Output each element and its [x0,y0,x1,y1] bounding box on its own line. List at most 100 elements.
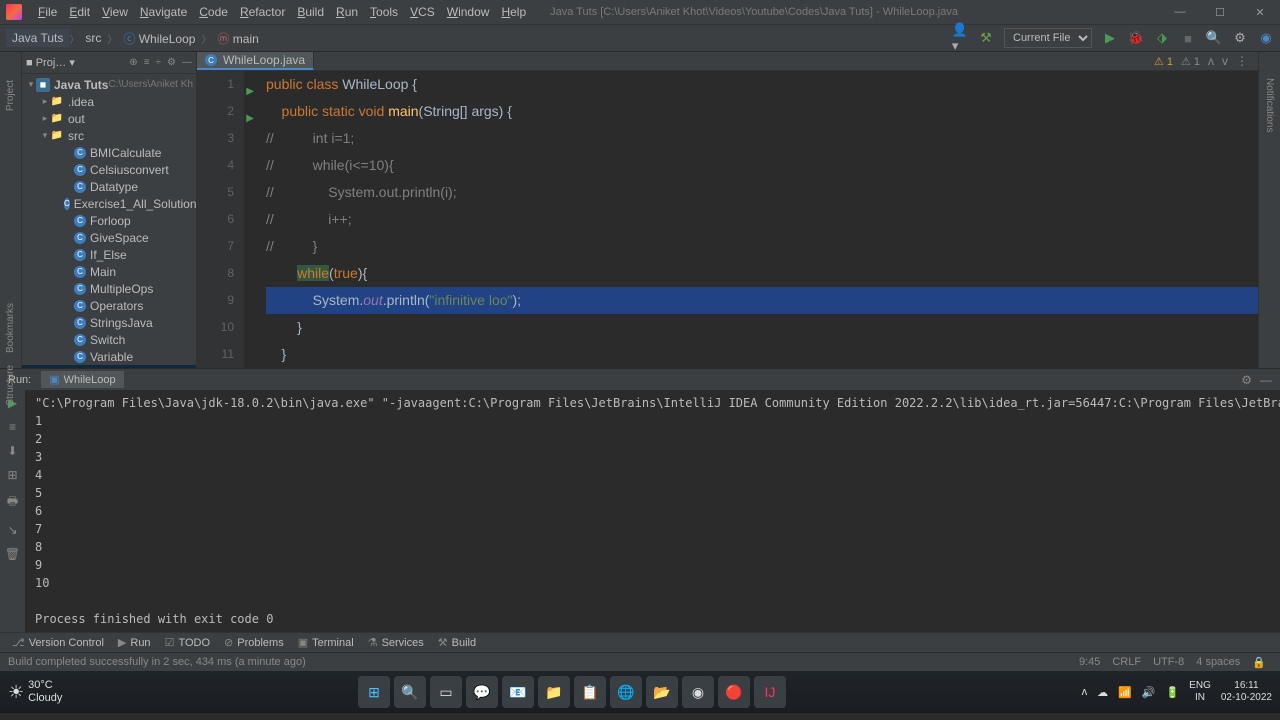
collapse-all-icon[interactable]: ÷ [156,57,162,68]
tree-item[interactable]: CBMICalculate [22,144,196,161]
tray-language[interactable]: ENGIN [1189,680,1211,704]
breadcrumb-method[interactable]: ⓜ main [211,28,264,49]
breadcrumb-class[interactable]: ⓒ WhileLoop [117,28,201,49]
status-indent[interactable]: 4 spaces [1190,656,1246,668]
toolwin-todo[interactable]: ☑TODO [159,636,216,649]
delete-button[interactable]: 🗑 [5,547,20,561]
weather-widget[interactable]: 30°CCloudy [28,679,62,705]
taskbar-files-icon[interactable]: 📁 [538,676,570,708]
tray-onedrive-icon[interactable]: ☁ [1097,686,1108,699]
more-icon[interactable]: ⋮ [1236,54,1248,68]
print-button[interactable]: 🖶 [7,492,18,513]
taskbar-chat-icon[interactable]: 💬 [466,676,498,708]
stop-run-button[interactable]: ≡ [9,420,16,434]
updates-icon[interactable]: ◉ [1258,30,1274,46]
tree-item[interactable]: CStringsJava [22,314,196,331]
taskbar-search-icon[interactable]: 🔍 [394,676,426,708]
run-hide-icon[interactable]: — [1260,373,1272,387]
pin-button[interactable]: ↘ [7,523,17,537]
menu-refactor[interactable]: Refactor [234,5,291,19]
toolwin-problems[interactable]: ⊘Problems [218,636,290,649]
toolwin-services[interactable]: ⚗Services [362,636,430,649]
select-opened-icon[interactable]: ⊕ [129,57,137,68]
build-hammer-icon[interactable]: ⚒ [978,30,994,46]
tree-item[interactable]: CVariable [22,348,196,365]
readonly-lock-icon[interactable]: 🔒 [1246,656,1272,669]
notifications-tool-button[interactable]: Notifications [1264,74,1275,136]
next-highlight-icon[interactable]: v [1222,54,1228,68]
warning-indicator[interactable]: ⚠ 1 [1154,55,1173,68]
menu-view[interactable]: View [96,5,134,19]
menu-navigate[interactable]: Navigate [134,5,193,19]
tree-item[interactable]: ▸📁out [22,110,196,127]
tree-item[interactable]: ▾◼Java Tuts C:\Users\Aniket Kh [22,76,196,93]
breadcrumb-src[interactable]: src [79,29,107,47]
taskbar-todo-icon[interactable]: 📋 [574,676,606,708]
editor-tab-whileloop[interactable]: C WhileLoop.java [197,52,314,70]
taskbar-opera-icon[interactable]: 🔴 [718,676,750,708]
run-button[interactable]: ▶ [1102,30,1118,46]
tree-item[interactable]: COperators [22,297,196,314]
menu-code[interactable]: Code [193,5,234,19]
tree-item[interactable]: CExercise1_All_Solutions [22,195,196,212]
tray-battery-icon[interactable]: 🔋 [1165,686,1179,699]
tray-chevron-icon[interactable]: ʌ [1082,686,1088,698]
taskbar-task-view-icon[interactable]: ▭ [430,676,462,708]
project-tool-button[interactable]: Project [5,74,16,117]
menu-tools[interactable]: Tools [364,5,404,19]
toolwin-build[interactable]: ⚒Build [432,636,482,649]
tree-item[interactable]: ▾📁src [22,127,196,144]
menu-file[interactable]: File [32,5,63,19]
status-position[interactable]: 9:45 [1073,656,1106,668]
editor-area[interactable]: 1▶2▶34567891011 public class WhileLoop {… [197,71,1258,368]
tree-item[interactable]: ▸📁.idea [22,93,196,110]
hide-icon[interactable]: — [182,57,192,68]
console-output[interactable]: "C:\Program Files\Java\jdk-18.0.2\bin\ja… [25,390,1280,632]
bookmarks-tool-button[interactable]: Bookmarks [5,297,16,359]
structure-tool-button[interactable]: Structure [5,359,16,412]
stop-button[interactable]: ■ [1180,30,1196,46]
menu-edit[interactable]: Edit [63,5,96,19]
user-icon[interactable]: 👤▾ [952,30,968,46]
coverage-button[interactable]: ⬗ [1154,30,1170,46]
maximize-button[interactable]: ☐ [1200,6,1240,19]
run-settings-icon[interactable]: ⚙ [1241,373,1252,387]
weather-icon[interactable]: ☀ [8,682,24,703]
close-button[interactable]: ✕ [1240,6,1280,19]
expand-all-icon[interactable]: ≡ [144,57,150,68]
prev-highlight-icon[interactable]: ʌ [1208,54,1214,68]
status-linesep[interactable]: CRLF [1106,656,1147,668]
run-config-select[interactable]: Current File [1004,28,1092,48]
run-tab[interactable]: ▣WhileLoop [41,371,123,388]
taskbar-mail-icon[interactable]: 📧 [502,676,534,708]
toolwin-terminal[interactable]: ▣Terminal [292,636,360,649]
attach-button[interactable]: ⬇ [7,444,17,458]
status-encoding[interactable]: UTF-8 [1147,656,1190,668]
tray-clock[interactable]: 16:1102-10-2022 [1221,680,1272,704]
settings-gear-icon[interactable]: ⚙ [167,57,176,68]
tree-item[interactable]: CWhileLoop [22,365,196,368]
taskbar-explorer-icon[interactable]: 📂 [646,676,678,708]
tree-item[interactable]: CSwitch [22,331,196,348]
menu-run[interactable]: Run [330,5,364,19]
menu-window[interactable]: Window [441,5,496,19]
menu-help[interactable]: Help [495,5,532,19]
tree-item[interactable]: CDatatype [22,178,196,195]
settings-icon[interactable]: ⚙ [1232,30,1248,46]
tree-item[interactable]: CCelsiusconvert [22,161,196,178]
tray-volume-icon[interactable]: 🔊 [1142,686,1156,699]
taskbar-edge-icon[interactable]: 🌐 [610,676,642,708]
toolwin-run[interactable]: ▶Run [112,636,157,649]
project-pane-title[interactable]: ■ Proj… ▾ [26,56,123,69]
menu-build[interactable]: Build [291,5,330,19]
tree-item[interactable]: CGiveSpace [22,229,196,246]
taskbar-start-icon[interactable]: ⊞ [358,676,390,708]
tree-item[interactable]: CMain [22,263,196,280]
taskbar-chrome-icon[interactable]: ◉ [682,676,714,708]
search-icon[interactable]: 🔍 [1206,30,1222,46]
debug-button[interactable]: 🐞 [1128,30,1144,46]
tray-wifi-icon[interactable]: 📶 [1118,686,1132,699]
taskbar-intellij-icon[interactable]: IJ [754,676,786,708]
weak-warning-indicator[interactable]: ⚠ 1 [1181,55,1200,68]
toolwin-version-control[interactable]: ⎇Version Control [6,636,110,649]
